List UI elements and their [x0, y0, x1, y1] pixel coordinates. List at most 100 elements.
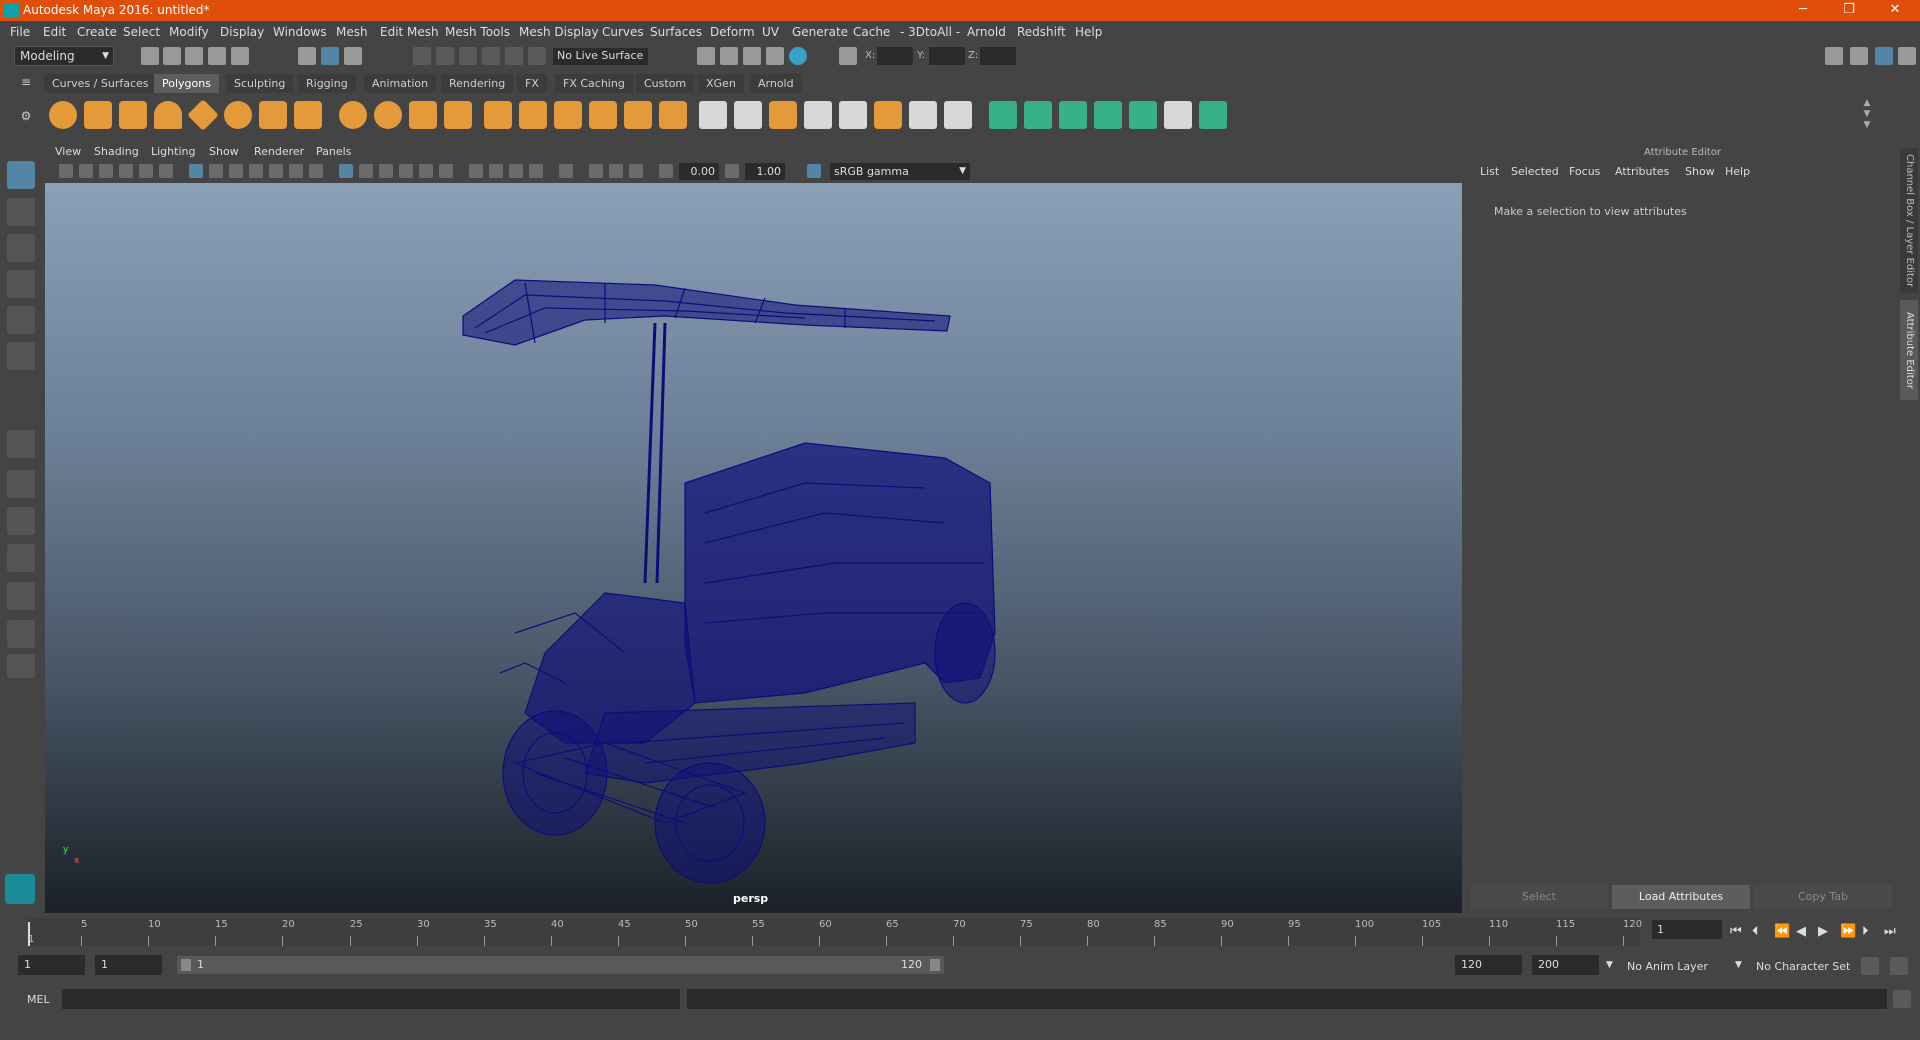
current-time-indicator[interactable]: [28, 922, 30, 946]
step-forward-key-icon[interactable]: ⏩: [1840, 924, 1856, 939]
tab-sculpting[interactable]: Sculpting: [226, 74, 294, 93]
live-surface-field[interactable]: No Live Surface: [553, 48, 648, 65]
move-tool-icon[interactable]: [7, 270, 35, 298]
z-input[interactable]: [980, 47, 1016, 65]
poly-sphere-icon[interactable]: [49, 101, 77, 129]
sew-uv-icon[interactable]: [944, 101, 972, 129]
auto-key-icon[interactable]: [1861, 957, 1879, 975]
four-view-layout-icon[interactable]: [7, 470, 35, 498]
menu-redshift[interactable]: Redshift: [1017, 25, 1066, 39]
paint-select-tool-icon[interactable]: [7, 234, 35, 262]
use-all-lights-icon[interactable]: [439, 164, 453, 178]
menu-create[interactable]: Create: [77, 25, 117, 39]
load-attributes-button[interactable]: Load Attributes: [1612, 885, 1750, 909]
y-input[interactable]: [929, 47, 965, 65]
ae-menu-help[interactable]: Help: [1725, 165, 1750, 178]
tab-rigging[interactable]: Rigging: [298, 74, 356, 93]
menu-mesh[interactable]: Mesh: [336, 25, 368, 39]
menu-help[interactable]: Help: [1075, 25, 1102, 39]
view-transform-select[interactable]: sRGB gamma ▼: [830, 163, 970, 180]
copy-tab-button[interactable]: Copy Tab: [1754, 885, 1892, 909]
menu-cache[interactable]: Cache: [853, 25, 890, 39]
undo-icon[interactable]: [208, 47, 226, 65]
select-hierarchy-icon[interactable]: [298, 47, 316, 65]
make-live-icon[interactable]: [528, 47, 546, 65]
anti-aliasing-icon[interactable]: [529, 164, 543, 178]
poly-cube-icon[interactable]: [84, 101, 112, 129]
resolution-gate-icon[interactable]: [229, 164, 243, 178]
ae-menu-focus[interactable]: Focus: [1569, 165, 1600, 178]
character-set-select[interactable]: No Character Set: [1756, 960, 1850, 973]
menu-set-select[interactable]: Modeling ▼: [14, 46, 114, 66]
play-backwards-icon[interactable]: ◀: [1796, 924, 1806, 939]
range-end-handle[interactable]: [930, 959, 940, 971]
textured-icon[interactable]: [419, 164, 433, 178]
xray-active-components-icon[interactable]: [609, 164, 623, 178]
fill-hole-icon[interactable]: [624, 101, 652, 129]
motion-blur-icon[interactable]: [509, 164, 523, 178]
poly-cone-icon[interactable]: [154, 101, 182, 129]
menu-windows[interactable]: Windows: [273, 25, 327, 39]
step-back-key-icon[interactable]: ⏪: [1774, 924, 1790, 939]
menu-deform[interactable]: Deform: [710, 25, 755, 39]
scale-tool-icon[interactable]: [7, 342, 35, 370]
menu-modify[interactable]: Modify: [169, 25, 209, 39]
save-scene-icon[interactable]: [185, 47, 203, 65]
grid-icon[interactable]: [189, 164, 203, 178]
menu-display[interactable]: Display: [220, 25, 264, 39]
tab-xgen[interactable]: XGen: [698, 74, 744, 93]
transform-constraint-icon[interactable]: [839, 47, 857, 65]
gate-mask-icon[interactable]: [249, 164, 263, 178]
menu-arnold[interactable]: Arnold: [967, 25, 1006, 39]
minimize-button[interactable]: ─: [1780, 0, 1826, 21]
bridge-edge-icon[interactable]: [589, 101, 617, 129]
poly-cylinder-icon[interactable]: [119, 101, 147, 129]
uv-editor-icon[interactable]: [839, 101, 867, 129]
two-d-pan-zoom-icon[interactable]: [139, 164, 153, 178]
ae-menu-show[interactable]: Show: [1685, 165, 1715, 178]
separate-icon[interactable]: [374, 101, 402, 129]
persp-graph-layout-icon[interactable]: [7, 544, 35, 572]
channel-box-side-tab[interactable]: Channel Box / Layer Editor: [1900, 148, 1918, 293]
hamburger-icon[interactable]: ≡: [18, 74, 34, 90]
menu-mesh-display[interactable]: Mesh Display: [519, 25, 599, 39]
xray-joints-icon[interactable]: [629, 164, 643, 178]
snap-grid-icon[interactable]: [413, 47, 431, 65]
tab-animation[interactable]: Animation: [364, 74, 437, 93]
hypershade-icon[interactable]: [789, 47, 807, 65]
select-tool-icon[interactable]: [7, 161, 35, 189]
rotate-tool-icon[interactable]: [7, 306, 35, 334]
render-view-icon[interactable]: [697, 47, 715, 65]
multi-cut-icon[interactable]: [699, 101, 727, 129]
persp-hypershade-layout-icon[interactable]: [7, 582, 35, 610]
render-settings-icon[interactable]: [766, 47, 784, 65]
film-gate-icon[interactable]: [209, 164, 223, 178]
go-to-start-icon[interactable]: ⏮: [1730, 924, 1742, 939]
go-to-end-icon[interactable]: ⏭: [1884, 924, 1896, 939]
image-plane-icon[interactable]: [119, 164, 133, 178]
field-chart-icon[interactable]: [269, 164, 283, 178]
restore-button[interactable]: ❐: [1826, 0, 1872, 21]
color-management-icon[interactable]: [807, 164, 821, 178]
redo-icon[interactable]: [231, 47, 249, 65]
open-scene-icon[interactable]: [163, 47, 181, 65]
planar-map-icon[interactable]: [1059, 101, 1087, 129]
smooth-icon[interactable]: [444, 101, 472, 129]
x-input[interactable]: [877, 47, 913, 65]
tab-custom[interactable]: Custom: [636, 74, 695, 93]
viewport-menu-renderer[interactable]: Renderer: [254, 145, 304, 158]
script-language-label[interactable]: MEL: [27, 993, 50, 1006]
layer-editor-toggle-icon[interactable]: [1898, 47, 1916, 65]
layout-uv-icon[interactable]: [1024, 101, 1052, 129]
attribute-editor-toggle-icon[interactable]: [1850, 47, 1868, 65]
use-default-material-icon[interactable]: [379, 164, 393, 178]
poly-pyramid-icon[interactable]: [259, 101, 287, 129]
cut-uv-icon[interactable]: [909, 101, 937, 129]
custom-layout-icon[interactable]: [7, 654, 35, 678]
playback-start-input[interactable]: 1: [95, 955, 162, 975]
menu-uv[interactable]: UV: [762, 25, 779, 39]
unfold-icon[interactable]: [989, 101, 1017, 129]
bridge-icon[interactable]: [519, 101, 547, 129]
tab-polygons[interactable]: Polygons: [154, 74, 219, 93]
range-slider-bar[interactable]: 1 120: [177, 956, 944, 974]
